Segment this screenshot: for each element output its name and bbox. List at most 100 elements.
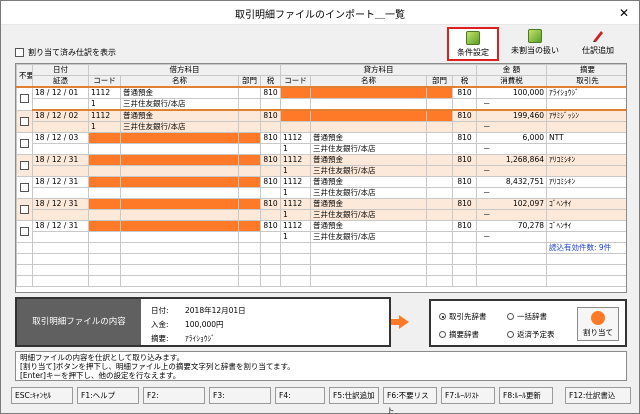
cell-credit-code[interactable]: 1112: [280, 220, 311, 232]
cell-debit-code[interactable]: 1112: [88, 86, 121, 99]
show-assigned-toggle[interactable]: 割り当て済み仕訳を表示: [15, 47, 116, 58]
checkbox-icon[interactable]: [20, 227, 29, 236]
table-row-sub[interactable]: 1 三井住友銀行/本店 －: [17, 98, 626, 111]
fkey-f2[interactable]: F2:: [143, 387, 205, 404]
cell-debit-dept[interactable]: [238, 176, 261, 188]
unassigned-handling-button[interactable]: 未割当の扱い: [507, 27, 563, 61]
cell-credit-name[interactable]: 普通預金: [310, 132, 427, 144]
cell-credit-code[interactable]: [280, 86, 311, 99]
table-row-sub[interactable]: 1 三井住友銀行/本店 －: [17, 209, 626, 221]
radio-selected-icon[interactable]: [439, 313, 446, 320]
checkbox-icon[interactable]: [20, 205, 29, 214]
cell-debit-dept[interactable]: [238, 109, 261, 122]
cell-credit-code[interactable]: 1112: [280, 176, 311, 188]
row-checkbox-cell[interactable]: [16, 86, 33, 111]
checkbox-icon[interactable]: [15, 48, 24, 57]
cell-credit-name[interactable]: 普通預金: [310, 198, 427, 210]
table-row-sub[interactable]: 1 三井住友銀行/本店 －: [17, 231, 626, 243]
fkey-esc-cancel[interactable]: ESC:ｷｬﾝｾﾙ: [11, 387, 73, 404]
fkey-f1-help[interactable]: F1:ヘルプ: [77, 387, 139, 404]
fkey-f4[interactable]: F4:: [275, 387, 325, 404]
table-row[interactable]: 18 / 12 / 02 1112 普通預金 810 810 199,460 ｱｻﾐｼﾞｯｼ…: [16, 109, 626, 133]
cell-credit-dept[interactable]: [426, 220, 453, 232]
cell-debit-sub-name: [120, 165, 239, 177]
cell-debit-code[interactable]: 1112: [88, 109, 121, 122]
cell-debit-code[interactable]: [88, 154, 121, 166]
cell-debit-name[interactable]: [120, 176, 239, 188]
row-checkbox-cell[interactable]: [16, 198, 33, 221]
cell-debit-name[interactable]: [120, 132, 239, 144]
cell-credit-code[interactable]: 1112: [280, 198, 311, 210]
checkbox-icon[interactable]: [20, 183, 29, 192]
cell-credit-name[interactable]: 普通預金: [310, 220, 427, 232]
fkey-f7-rule-list[interactable]: F7:ﾙｰﾙﾘｽﾄ: [441, 387, 495, 404]
cell-credit-code[interactable]: 1112: [280, 132, 311, 144]
option-bulk-dict[interactable]: 一括辞書: [507, 311, 547, 322]
table-row-sub[interactable]: 1 三井住友銀行/本店 －: [17, 121, 626, 133]
cell-credit-name[interactable]: [310, 86, 427, 99]
table-row[interactable]: 18 / 12 / 01 1112 普通預金 810 810 100,000 ｱﾗｲｼｮｳｼ…: [16, 86, 626, 111]
option-summary-dict[interactable]: 摘要辞書: [439, 329, 479, 340]
fkey-f12-write-entries[interactable]: F12:仕訳書込: [565, 387, 631, 404]
empty-cell: [88, 275, 121, 287]
cell-debit-dept[interactable]: [238, 154, 261, 166]
cell-amount: 100,000: [476, 86, 547, 99]
cell-debit-dept[interactable]: [238, 198, 261, 210]
close-icon[interactable]: ✕: [615, 4, 633, 22]
cell-credit-name[interactable]: [310, 109, 427, 122]
row-checkbox-cell[interactable]: [16, 132, 33, 155]
cell-debit-code[interactable]: [88, 198, 121, 210]
fkey-f3[interactable]: F3:: [209, 387, 271, 404]
checkbox-icon[interactable]: [20, 116, 29, 126]
add-entry-button[interactable]: 仕訳追加: [573, 27, 623, 61]
cell-debit-name[interactable]: [120, 198, 239, 210]
checkbox-icon[interactable]: [20, 161, 29, 170]
option-partner-dict-label: 取引先辞書: [449, 312, 487, 321]
checkbox-icon[interactable]: [20, 139, 29, 148]
radio-icon[interactable]: [507, 313, 514, 320]
cell-debit-name[interactable]: [120, 220, 239, 232]
cell-debit-code[interactable]: [88, 132, 121, 144]
radio-icon[interactable]: [507, 331, 514, 338]
checkbox-icon[interactable]: [20, 94, 29, 104]
cell-credit-dept[interactable]: [426, 154, 453, 166]
table-row[interactable]: 18 / 12 / 31 810 1112 普通預金 810 102,097 ｺﾞﾍﾝｻｲ: [16, 198, 626, 221]
conditions-button[interactable]: 条件設定: [447, 27, 499, 61]
cell-credit-code[interactable]: [280, 109, 311, 122]
cell-credit-dept[interactable]: [426, 176, 453, 188]
row-checkbox-cell[interactable]: [16, 176, 33, 199]
table-row[interactable]: 18 / 12 / 31 810 1112 普通預金 810 70,278 ｺﾞﾍﾝｻｲ: [16, 220, 626, 243]
table-row[interactable]: 18 / 12 / 03 810 1112 普通預金 810 6,000 NTT: [16, 132, 626, 155]
table-row-sub[interactable]: 1 三井住友銀行/本店 －: [17, 187, 626, 199]
cell-debit-dept[interactable]: [238, 220, 261, 232]
cell-credit-name[interactable]: 普通預金: [310, 154, 427, 166]
fkey-f6-unneeded-list[interactable]: F6:不要リスト: [383, 387, 437, 414]
cell-credit-dept[interactable]: [426, 86, 453, 99]
cell-debit-dept[interactable]: [238, 86, 261, 99]
table-row-sub[interactable]: 1 三井住友銀行/本店 －: [17, 143, 626, 155]
radio-icon[interactable]: [439, 331, 446, 338]
table-row[interactable]: 18 / 12 / 31 810 1112 普通預金 810 8,432,751 ｱﾘｺﾐｼ…: [16, 176, 626, 199]
fkey-f5-add-entry[interactable]: F5:仕訳追加: [329, 387, 379, 404]
row-checkbox-cell[interactable]: [16, 220, 33, 243]
cell-debit-code[interactable]: [88, 220, 121, 232]
cell-debit-name[interactable]: [120, 154, 239, 166]
cell-debit-name[interactable]: 普通預金: [120, 109, 239, 122]
fkey-f8-rule-update[interactable]: F8:ﾙｰﾙ更新: [499, 387, 553, 404]
row-checkbox-cell[interactable]: [16, 154, 33, 177]
cell-debit-dept[interactable]: [238, 132, 261, 144]
cell-debit-name[interactable]: 普通預金: [120, 86, 239, 99]
row-checkbox-cell[interactable]: [16, 109, 33, 133]
cell-credit-dept[interactable]: [426, 109, 453, 122]
option-refund-table[interactable]: 返済予定表: [507, 329, 555, 340]
table-row-sub[interactable]: 1 三井住友銀行/本店 －: [17, 165, 626, 177]
cell-date: 18 / 12 / 02: [32, 109, 89, 122]
option-partner-dict[interactable]: 取引先辞書: [439, 311, 487, 322]
table-row[interactable]: 18 / 12 / 31 810 1112 普通預金 810 1,268,864 ｱﾘｺﾐｼ…: [16, 154, 626, 177]
cell-credit-name[interactable]: 普通預金: [310, 176, 427, 188]
cell-debit-code[interactable]: [88, 176, 121, 188]
assign-button[interactable]: 割り当て: [577, 307, 619, 341]
cell-credit-code[interactable]: 1112: [280, 154, 311, 166]
cell-credit-dept[interactable]: [426, 132, 453, 144]
cell-credit-dept[interactable]: [426, 198, 453, 210]
